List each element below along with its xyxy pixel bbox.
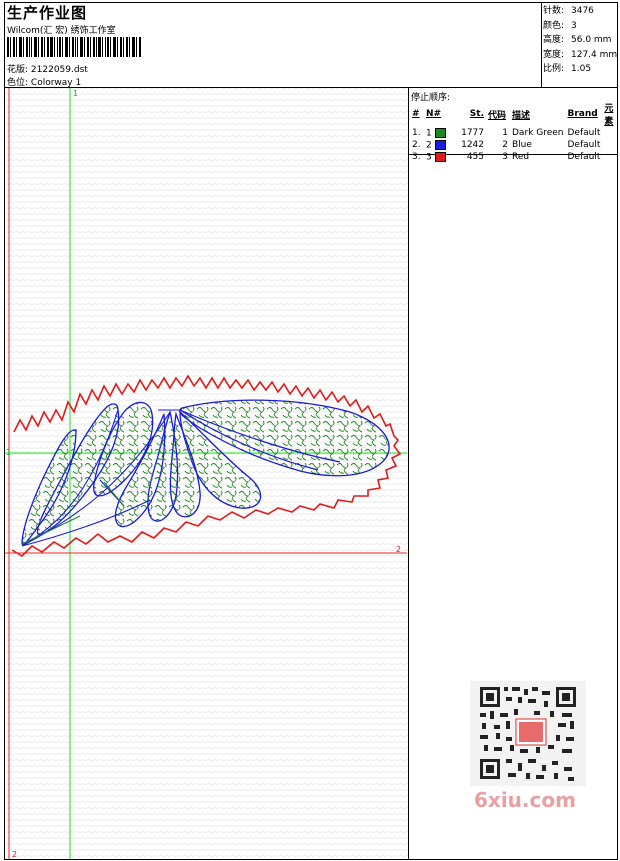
color-swatch	[434, 139, 446, 150]
stat-height: 高度: 56.0 mm	[543, 35, 612, 45]
stat-width: 宽度: 127.4 mm	[543, 49, 618, 60]
color-code: 3	[502, 152, 508, 162]
element-cell	[602, 127, 620, 139]
qr-code	[470, 681, 586, 786]
row-number: 3.	[412, 152, 421, 162]
row-number: 1.	[412, 128, 421, 138]
stitch-count: 455	[466, 152, 484, 162]
thread-brand: Default	[567, 152, 601, 162]
color-code: 1	[502, 128, 508, 138]
colorway-value: Colorway 1	[30, 78, 82, 88]
stat-scale: 比例: 1.05	[543, 64, 592, 74]
col-header-brand: Brand	[567, 109, 598, 119]
color-swatch	[434, 127, 446, 138]
col-header-needle: N#	[426, 109, 442, 119]
color-swatch	[434, 151, 446, 162]
table-row: 1. 1 1777 1 Dark Green Default	[410, 127, 620, 139]
production-worksheet: 生产作业图 Wilcom(汇 宏) 绣饰工作室 花版: 2122059.dst …	[0, 0, 620, 861]
design-info: 花版: 2122059.dst	[7, 62, 88, 75]
colorway-info: 色位: Colorway 1	[7, 75, 81, 88]
needle-cell: 2	[424, 139, 452, 151]
table-header-row: # N# St. 代码 描述 Brand 元素	[410, 101, 620, 127]
needle-cell: 3	[424, 151, 452, 163]
color-description: Red	[512, 152, 530, 162]
col-header-code: 代码	[488, 110, 507, 121]
stat-colors: 颜色: 3	[543, 20, 577, 31]
table-row: 2. 2 1242 2 Blue Default	[410, 139, 620, 151]
barcode	[7, 37, 141, 57]
color-description: Blue	[512, 140, 532, 150]
col-header-description: 描述	[512, 110, 531, 121]
watermark-logo: 6xiu.com	[474, 788, 576, 812]
colorway-label: 色位:	[7, 78, 29, 88]
qr-code-graphic	[470, 681, 586, 786]
col-header-stitches: St.	[469, 109, 484, 119]
col-header-element: 元素	[604, 104, 614, 127]
design-filename: 2122059.dst	[30, 65, 88, 75]
studio-name: Wilcom(汇 宏) 绣饰工作室	[7, 26, 116, 36]
needle-cell: 1	[424, 127, 452, 139]
element-cell	[602, 139, 620, 151]
table-row: 3. 3 455 3 Red Default	[410, 151, 620, 163]
thread-brand: Default	[567, 128, 601, 138]
thread-brand: Default	[567, 140, 601, 150]
color-description: Dark Green	[512, 128, 564, 138]
stat-stitches: 针数: 3476	[543, 6, 594, 16]
element-cell	[602, 151, 620, 163]
col-header-num: #	[412, 109, 420, 119]
stitch-count: 1777	[461, 128, 484, 138]
stop-sequence-table: # N# St. 代码 描述 Brand 元素 1. 1 1777 1 Dark…	[410, 101, 620, 163]
color-code: 2	[502, 140, 508, 150]
design-label: 花版:	[7, 65, 29, 75]
page-title: 生产作业图	[7, 4, 88, 22]
row-number: 2.	[412, 140, 421, 150]
stitch-count: 1242	[461, 140, 484, 150]
design-stats: 针数: 3476 颜色: 3 高度: 56.0 mm 宽度: 127.4 mm 比例: 1…	[543, 4, 617, 77]
